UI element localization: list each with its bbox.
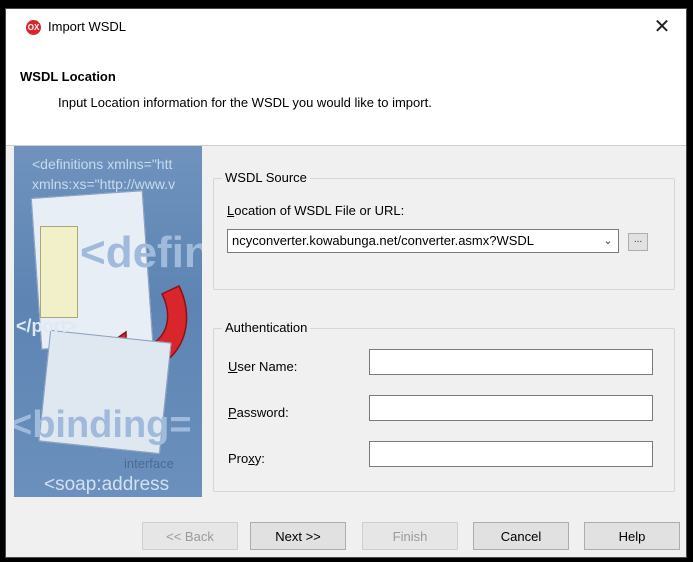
screen-border: OX Import WSDL ✕ WSDL Location Input Loc…: [0, 0, 693, 562]
authentication-group: Authentication User Name: Password: Prox…: [213, 320, 675, 492]
back-button[interactable]: << Back: [142, 522, 238, 550]
location-input[interactable]: ncyconverter.kowabunga.net/converter.asm…: [232, 233, 534, 248]
wizard-side-image: <definitions xmlns="htt xmlns:xs="http:/…: [14, 146, 202, 497]
finish-button[interactable]: Finish: [362, 522, 458, 550]
side-image-text: interface: [124, 456, 174, 471]
side-image-tree: [40, 226, 78, 318]
wizard-header: WSDL Location Input Location information…: [6, 45, 686, 146]
import-wsdl-dialog: OX Import WSDL ✕ WSDL Location Input Loc…: [5, 8, 687, 558]
page-subtitle: Input Location information for the WSDL …: [58, 95, 432, 110]
user-name-field[interactable]: [369, 349, 653, 375]
user-name-label: User Name:: [228, 359, 298, 374]
app-logo-icon: OX: [26, 20, 41, 35]
button-bar: << Back Next >> Finish Cancel Help: [6, 497, 686, 557]
side-image-text: <binding=: [14, 404, 192, 446]
browse-button[interactable]: ...: [628, 233, 648, 251]
proxy-field[interactable]: [369, 441, 653, 467]
cancel-button[interactable]: Cancel: [473, 522, 569, 550]
chevron-down-icon[interactable]: ⌄: [598, 230, 618, 252]
side-image-text: </port>: [16, 316, 78, 336]
window-title: Import WSDL: [48, 19, 127, 34]
help-button[interactable]: Help: [584, 522, 680, 550]
side-image-text: <definitions xmlns="htt: [32, 156, 173, 172]
side-image-text: <soap:address: [44, 474, 170, 495]
wsdl-source-label: WSDL Source: [222, 170, 310, 185]
wsdl-source-group: WSDL Source Location of WSDL File or URL…: [213, 170, 675, 290]
side-image-text: xmlns:xs="http://www.v: [32, 176, 176, 192]
wizard-body: <definitions xmlns="htt xmlns:xs="http:/…: [6, 146, 686, 497]
close-icon[interactable]: ✕: [650, 15, 674, 39]
location-combobox[interactable]: ncyconverter.kowabunga.net/converter.asm…: [227, 229, 619, 253]
password-label: Password:: [228, 405, 289, 420]
authentication-label: Authentication: [222, 320, 311, 335]
title-bar: OX Import WSDL ✕: [6, 9, 686, 45]
proxy-label: Proxy:: [228, 451, 265, 466]
location-label: Location of WSDL File or URL:: [227, 203, 405, 218]
next-button[interactable]: Next >>: [250, 522, 346, 550]
password-field[interactable]: [369, 395, 653, 421]
page-title: WSDL Location: [20, 69, 116, 84]
